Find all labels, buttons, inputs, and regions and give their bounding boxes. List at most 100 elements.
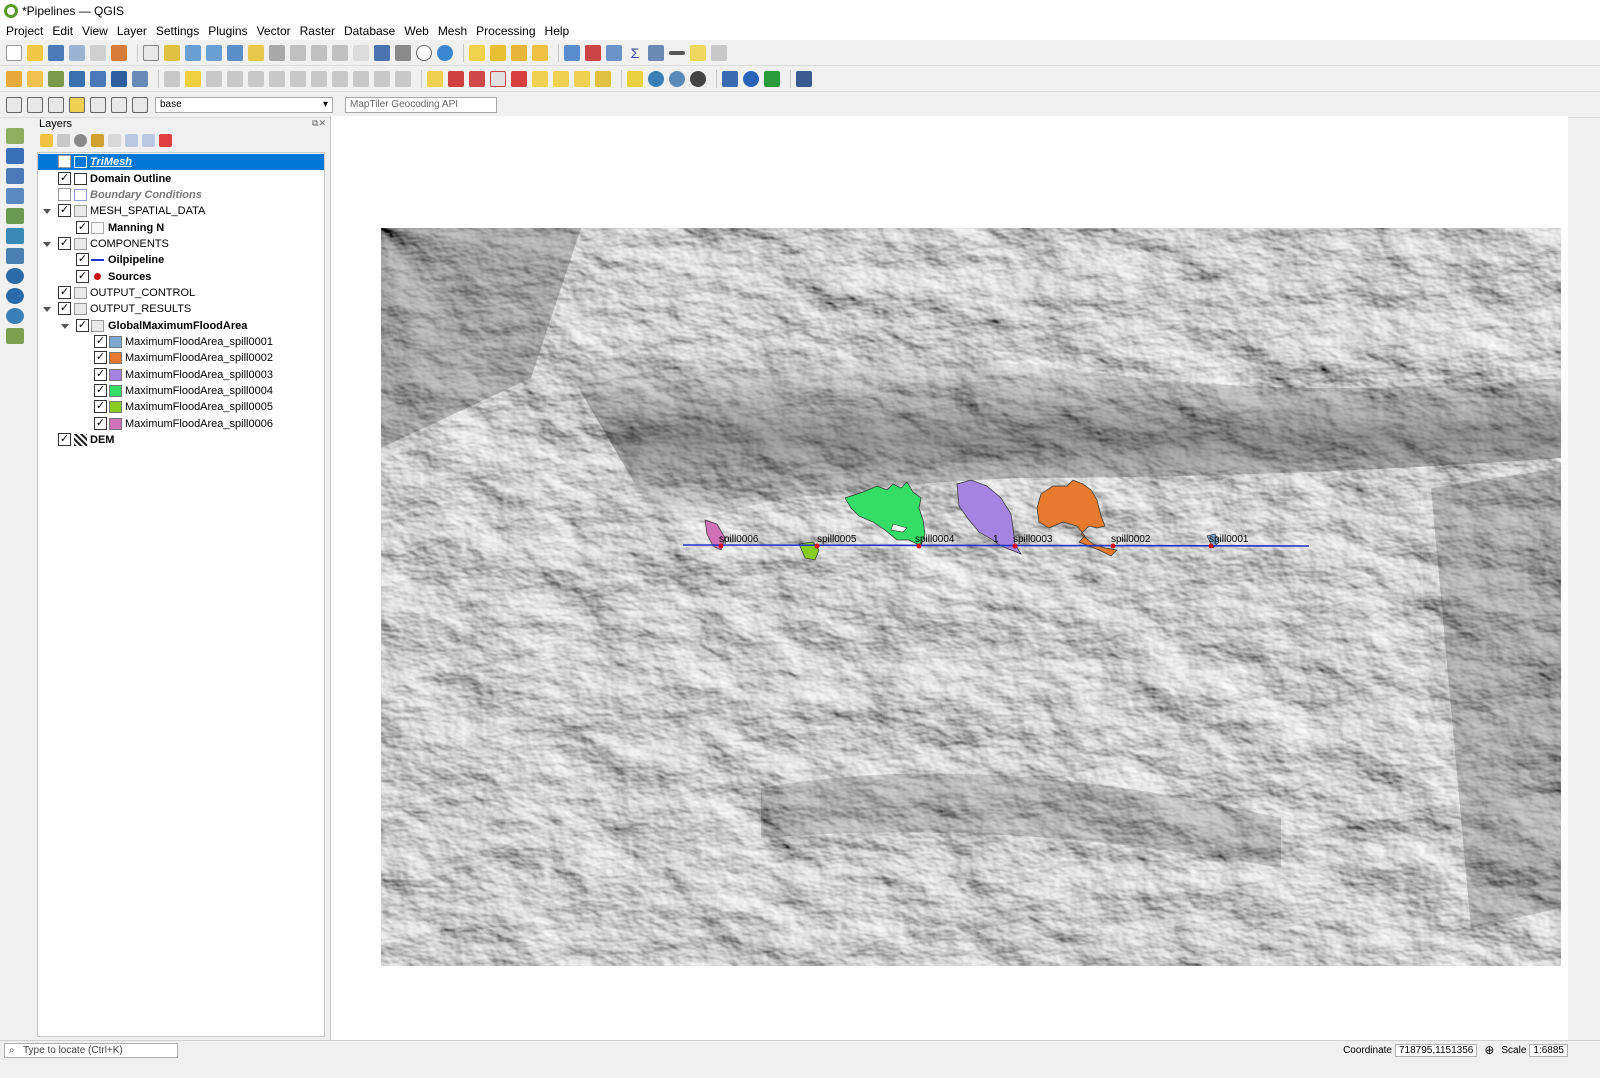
add-mesh-icon[interactable] <box>90 70 106 87</box>
open-layer-styling-icon[interactable] <box>40 133 53 147</box>
add-vector-tile-icon[interactable] <box>132 70 148 87</box>
style-manager-icon[interactable] <box>111 44 127 61</box>
zoom-out-icon[interactable] <box>206 44 222 61</box>
redo-icon[interactable] <box>395 70 411 87</box>
filter-expression-icon[interactable] <box>108 133 121 147</box>
add-xyz-layer-icon[interactable] <box>6 308 24 324</box>
zoom-to-layer-icon[interactable] <box>269 44 285 61</box>
cut-features-icon[interactable] <box>311 70 327 87</box>
vertex-tool-icon[interactable] <box>248 70 264 87</box>
move-label-icon[interactable] <box>553 70 569 87</box>
style-combo[interactable]: base ▾ <box>155 96 333 113</box>
scale-value[interactable]: 1:6885 <box>1529 1043 1568 1057</box>
save-edits-icon[interactable] <box>206 70 222 87</box>
new-shapefile-icon[interactable] <box>48 70 64 87</box>
add-delimited-text-icon[interactable] <box>6 188 24 204</box>
layer-row-global-max-flood-area[interactable]: ✓ GlobalMaximumFloodArea <box>38 318 324 334</box>
oil-pipeline-line[interactable] <box>682 544 1310 547</box>
expand-arrow-icon[interactable] <box>61 324 69 329</box>
plugin-reload-icon[interactable] <box>743 70 759 87</box>
layer-checkbox[interactable]: ✓ <box>58 286 71 299</box>
add-virtual-layer-icon[interactable] <box>6 228 24 244</box>
diagram-options-icon[interactable] <box>469 70 485 87</box>
modify-attributes-icon[interactable] <box>269 70 285 87</box>
menu-processing[interactable]: Processing <box>476 24 535 38</box>
undo-icon[interactable] <box>374 70 390 87</box>
deselect-icon[interactable] <box>511 44 527 61</box>
layer-row-manning-n[interactable]: ✓ Manning N <box>38 220 324 236</box>
zoom-in-icon[interactable] <box>185 44 201 61</box>
save-as-icon[interactable] <box>69 44 85 61</box>
add-point-icon[interactable] <box>6 96 22 113</box>
layer-checkbox[interactable]: ✓ <box>94 417 107 430</box>
delete-selected-icon[interactable] <box>290 70 306 87</box>
toggle-extents-icon[interactable]: ⊕ <box>1484 1043 1494 1057</box>
layer-row-spill0003[interactable]: ✓ MaximumFloodArea_spill0003 <box>38 367 324 383</box>
layer-row-boundary-conditions[interactable]: Boundary Conditions <box>38 187 324 203</box>
add-wms-icon[interactable] <box>111 70 127 87</box>
layer-checkbox[interactable]: ✓ <box>94 368 107 381</box>
zoom-native-icon[interactable] <box>290 44 306 61</box>
zoom-to-selection-icon[interactable] <box>248 44 264 61</box>
profile-tool-icon[interactable] <box>764 70 780 87</box>
add-vector-layer-icon[interactable] <box>6 128 24 144</box>
layer-row-mesh-spatial-data[interactable]: ✓ MESH_SPATIAL_DATA <box>38 203 324 219</box>
paste-features-icon[interactable] <box>353 70 369 87</box>
show-bookmarks-icon[interactable] <box>395 44 411 61</box>
layer-row-spill0006[interactable]: ✓ MaximumFloodArea_spill0006 <box>38 416 324 432</box>
add-spatialite-icon[interactable] <box>6 208 24 224</box>
web-globe-icon[interactable] <box>669 70 685 87</box>
layer-row-output-results[interactable]: ✓ OUTPUT_RESULTS <box>38 301 324 317</box>
expand-arrow-icon[interactable] <box>43 242 51 247</box>
data-source-manager-icon[interactable] <box>6 70 22 87</box>
python-console-icon[interactable] <box>722 70 738 87</box>
pan-to-selection-icon[interactable] <box>164 44 180 61</box>
globe-icon[interactable] <box>648 70 664 87</box>
statistics-icon[interactable]: Σ <box>627 44 643 61</box>
add-gpx-icon[interactable] <box>6 328 24 344</box>
print-layout-icon[interactable] <box>90 44 106 61</box>
layer-row-components[interactable]: ✓ COMPONENTS <box>38 236 324 252</box>
layer-checkbox[interactable]: ✓ <box>58 172 71 185</box>
filter-legend-icon[interactable] <box>91 133 104 147</box>
layer-checkbox[interactable] <box>58 155 71 168</box>
bookmark-icon[interactable] <box>374 44 390 61</box>
layer-checkbox[interactable]: ✓ <box>76 319 89 332</box>
layer-checkbox[interactable]: ✓ <box>94 351 107 364</box>
pan-icon[interactable] <box>143 44 159 61</box>
map-tips-icon[interactable] <box>690 44 706 61</box>
add-polygon-icon[interactable] <box>48 96 64 113</box>
add-wcs-layer-icon[interactable] <box>6 288 24 304</box>
layer-checkbox[interactable]: ✓ <box>94 384 107 397</box>
menu-web[interactable]: Web <box>404 24 428 38</box>
geocoder-input[interactable]: MapTiler Geocoding API <box>345 96 497 113</box>
add-wfs-icon[interactable] <box>6 248 24 264</box>
zoom-next-icon[interactable] <box>332 44 348 61</box>
menu-settings[interactable]: Settings <box>156 24 199 38</box>
menu-plugins[interactable]: Plugins <box>208 24 247 38</box>
layer-row-dem[interactable]: ✓ DEM <box>38 432 324 448</box>
layer-checkbox[interactable]: ✓ <box>58 433 71 446</box>
layer-row-output-control[interactable]: ✓ OUTPUT_CONTROL <box>38 285 324 301</box>
layer-labeling-icon[interactable] <box>448 70 464 87</box>
add-line-icon[interactable] <box>27 96 43 113</box>
plugin-icon[interactable] <box>690 70 706 87</box>
open-field-calculator-icon[interactable] <box>648 44 664 61</box>
menu-help[interactable]: Help <box>545 24 570 38</box>
locator-search-input[interactable]: ⌕ Type to locate (Ctrl+K) <box>4 1043 178 1058</box>
measure-icon[interactable] <box>669 50 685 55</box>
add-raster-icon[interactable] <box>69 70 85 87</box>
highlight-labels-icon[interactable] <box>511 70 527 87</box>
identify-icon[interactable] <box>564 44 580 61</box>
add-raster-layer-icon[interactable] <box>6 148 24 164</box>
current-edits-icon[interactable] <box>164 70 180 87</box>
layer-row-spill0001[interactable]: ✓ MaximumFloodArea_spill0001 <box>38 334 324 350</box>
help-icon[interactable] <box>796 70 812 87</box>
expand-arrow-icon[interactable] <box>43 209 51 214</box>
select-by-value-icon[interactable] <box>490 44 506 61</box>
new-map-view-icon[interactable] <box>353 44 369 61</box>
select-location-icon[interactable] <box>532 44 548 61</box>
split-features-icon[interactable] <box>90 96 106 113</box>
layer-checkbox[interactable]: ✓ <box>58 204 71 217</box>
expand-arrow-icon[interactable] <box>43 307 51 312</box>
